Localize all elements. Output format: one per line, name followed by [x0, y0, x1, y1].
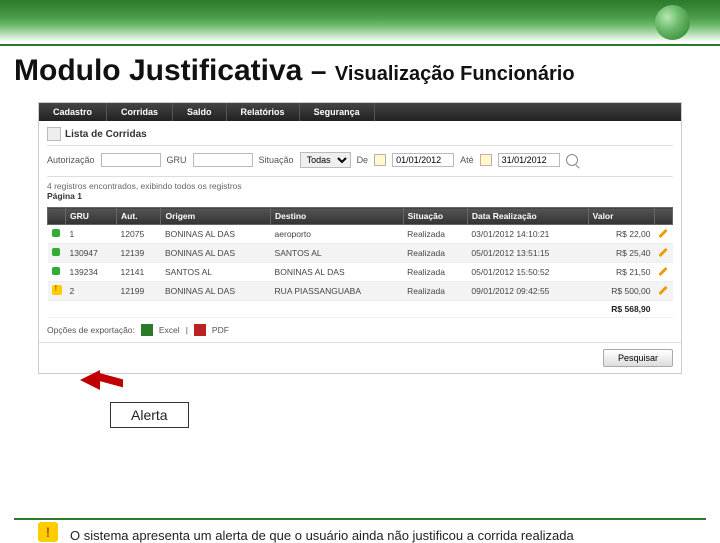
- cell-valor: R$ 500,00: [588, 282, 654, 301]
- cell-aut: 12141: [117, 263, 161, 282]
- title-main: Modulo Justificativa: [14, 54, 302, 87]
- list-header: Lista de Corridas: [39, 121, 681, 143]
- calendar-icon[interactable]: [374, 154, 386, 166]
- cell-gru: 2: [66, 282, 117, 301]
- edit-icon[interactable]: [659, 228, 669, 238]
- date-to-input[interactable]: [498, 153, 560, 167]
- gru-input[interactable]: [193, 153, 253, 167]
- date-from-label: De: [357, 155, 369, 165]
- col-gru[interactable]: GRU: [66, 208, 117, 225]
- callout-arrow-icon: [80, 370, 120, 400]
- cell-destino: SANTOS AL: [271, 244, 404, 263]
- page-indicator: Página 1: [47, 191, 673, 201]
- list-icon: [47, 127, 61, 141]
- cell-situacao: Realizada: [403, 263, 467, 282]
- date-from-input[interactable]: [392, 153, 454, 167]
- tab-seguranca[interactable]: Segurança: [300, 103, 375, 121]
- col-destino[interactable]: Destino: [271, 208, 404, 225]
- cell-valor: R$ 21,50: [588, 263, 654, 282]
- export-bar: Opções de exportação: Excel | PDF: [39, 318, 681, 342]
- table-header-row: GRU Aut. Origem Destino Situação Data Re…: [48, 208, 673, 225]
- status-ok-icon: [52, 229, 60, 237]
- alert-icon: [52, 285, 62, 295]
- col-origem[interactable]: Origem: [161, 208, 271, 225]
- excel-icon[interactable]: [141, 324, 153, 336]
- status-ok-icon: [52, 248, 60, 256]
- situacao-select[interactable]: Todas: [300, 152, 351, 168]
- cell-gru: 139234: [66, 263, 117, 282]
- status-ok-icon: [52, 267, 60, 275]
- footer-bar: Pesquisar: [39, 342, 681, 373]
- search-button[interactable]: Pesquisar: [603, 349, 673, 367]
- edit-icon[interactable]: [659, 285, 669, 295]
- filter-bar: Autorização GRU Situação Todas De Até: [39, 148, 681, 174]
- rides-table: GRU Aut. Origem Destino Situação Data Re…: [47, 207, 673, 318]
- cell-destino: aeroporto: [271, 225, 404, 244]
- cell-origem: BONINAS AL DAS: [161, 282, 271, 301]
- calendar-icon[interactable]: [480, 154, 492, 166]
- total-row: R$ 568,90: [48, 301, 673, 318]
- title-separator: –: [307, 55, 331, 86]
- table-row[interactable]: 2 12199 BONINAS AL DAS RUA PIASSANGUABA …: [48, 282, 673, 301]
- col-valor[interactable]: Valor: [588, 208, 654, 225]
- table-row[interactable]: 130947 12139 BONINAS AL DAS SANTOS AL Re…: [48, 244, 673, 263]
- cell-aut: 12199: [117, 282, 161, 301]
- nav-tabs: Cadastro Corridas Saldo Relatórios Segur…: [39, 103, 681, 121]
- auth-label: Autorização: [47, 155, 95, 165]
- callout-box: Alerta: [110, 402, 189, 428]
- divider: [0, 44, 720, 46]
- edit-icon[interactable]: [659, 266, 669, 276]
- divider: [47, 176, 673, 177]
- tab-cadastro[interactable]: Cadastro: [39, 103, 107, 121]
- gru-label: GRU: [167, 155, 187, 165]
- slide-title: Modulo Justificativa – Visualização Func…: [0, 52, 720, 96]
- export-excel[interactable]: Excel: [159, 325, 180, 335]
- pdf-icon[interactable]: [194, 324, 206, 336]
- cell-destino: RUA PIASSANGUABA: [271, 282, 404, 301]
- col-data[interactable]: Data Realização: [467, 208, 588, 225]
- export-pdf[interactable]: PDF: [212, 325, 229, 335]
- cell-origem: BONINAS AL DAS: [161, 225, 271, 244]
- cell-valor: R$ 22,00: [588, 225, 654, 244]
- cell-gru: 1: [66, 225, 117, 244]
- table-row[interactable]: 139234 12141 SANTOS AL BONINAS AL DAS Re…: [48, 263, 673, 282]
- cell-data: 09/01/2012 09:42:55: [467, 282, 588, 301]
- results-count: 4 registros encontrados, exibindo todos …: [47, 181, 673, 191]
- cell-situacao: Realizada: [403, 282, 467, 301]
- tab-relatorios[interactable]: Relatórios: [227, 103, 300, 121]
- total-value: R$ 568,90: [588, 301, 654, 318]
- app-window: Cadastro Corridas Saldo Relatórios Segur…: [38, 102, 682, 374]
- cell-situacao: Realizada: [403, 244, 467, 263]
- cell-aut: 12139: [117, 244, 161, 263]
- search-icon[interactable]: [566, 154, 578, 166]
- cell-data: 05/01/2012 13:51:15: [467, 244, 588, 263]
- export-sep: |: [186, 325, 188, 335]
- divider: [47, 145, 673, 146]
- cell-origem: SANTOS AL: [161, 263, 271, 282]
- cell-aut: 12075: [117, 225, 161, 244]
- tab-corridas[interactable]: Corridas: [107, 103, 173, 121]
- results-info: 4 registros encontrados, exibindo todos …: [39, 179, 681, 207]
- date-to-label: Até: [460, 155, 474, 165]
- situacao-label: Situação: [259, 155, 294, 165]
- export-label: Opções de exportação:: [47, 325, 135, 335]
- edit-icon[interactable]: [659, 247, 669, 257]
- cell-destino: BONINAS AL DAS: [271, 263, 404, 282]
- cell-origem: BONINAS AL DAS: [161, 244, 271, 263]
- slide-banner: [0, 0, 720, 42]
- table-row[interactable]: 1 12075 BONINAS AL DAS aeroporto Realiza…: [48, 225, 673, 244]
- list-title: Lista de Corridas: [65, 129, 147, 140]
- col-situacao[interactable]: Situação: [403, 208, 467, 225]
- cell-data: 03/01/2012 14:10:21: [467, 225, 588, 244]
- cell-gru: 130947: [66, 244, 117, 263]
- col-aut[interactable]: Aut.: [117, 208, 161, 225]
- cell-data: 05/01/2012 15:50:52: [467, 263, 588, 282]
- tab-saldo[interactable]: Saldo: [173, 103, 227, 121]
- title-sub: Visualização Funcionário: [335, 63, 575, 85]
- auth-input[interactable]: [101, 153, 161, 167]
- cell-situacao: Realizada: [403, 225, 467, 244]
- cell-valor: R$ 25,40: [588, 244, 654, 263]
